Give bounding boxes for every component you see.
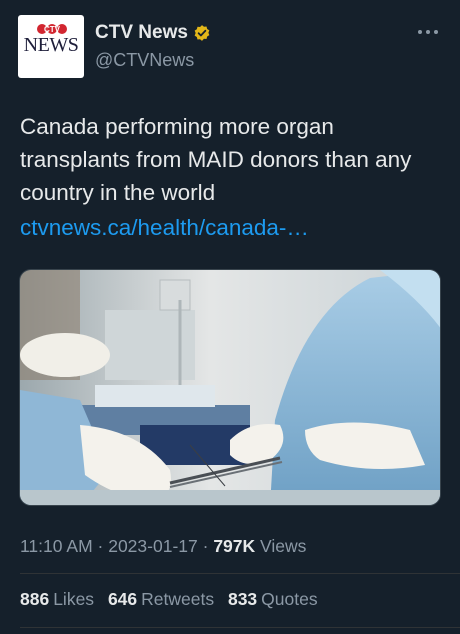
avatar-word: NEWS <box>23 34 79 56</box>
author-handle[interactable]: @CTVNews <box>95 50 194 71</box>
retweets-label: Retweets <box>141 589 215 609</box>
avatar-logo-text: CTV <box>44 25 61 34</box>
more-options-icon[interactable] <box>416 28 440 36</box>
avatar[interactable]: CTV NEWS <box>18 15 84 78</box>
likes-label: Likes <box>53 589 95 609</box>
tweet-text: Canada performing more organ transplants… <box>20 114 412 205</box>
quotes-stat[interactable]: 833 Quotes <box>228 589 318 609</box>
verified-badge-icon <box>194 25 210 41</box>
article-link[interactable]: ctvnews.ca/health/canada-… <box>20 211 309 244</box>
tweet-media-image[interactable] <box>19 269 441 506</box>
divider <box>20 573 460 574</box>
retweets-stat[interactable]: 646 Retweets <box>108 589 219 609</box>
tweet-meta: 11:10 AM · 2023-01-17 · 797K Views <box>20 536 306 557</box>
engagement-stats: 886 Likes 646 Retweets 833 Quotes <box>20 589 327 610</box>
likes-count: 886 <box>20 589 50 609</box>
views-count: 797K <box>213 536 256 556</box>
surgery-photo <box>20 270 440 505</box>
tweet-time[interactable]: 11:10 AM <box>20 536 93 556</box>
author-name-row: CTV News <box>95 22 211 44</box>
divider <box>20 627 460 628</box>
tweet-date[interactable]: 2023-01-17 <box>108 536 198 556</box>
quotes-label: Quotes <box>261 589 318 609</box>
meta-separator: · <box>97 536 104 556</box>
retweets-count: 646 <box>107 589 138 609</box>
quotes-count: 833 <box>227 589 258 609</box>
meta-separator: · <box>202 536 209 556</box>
display-name[interactable]: CTV News <box>95 22 188 44</box>
views-label: Views <box>260 536 307 556</box>
likes-stat[interactable]: 886 Likes <box>20 589 99 609</box>
